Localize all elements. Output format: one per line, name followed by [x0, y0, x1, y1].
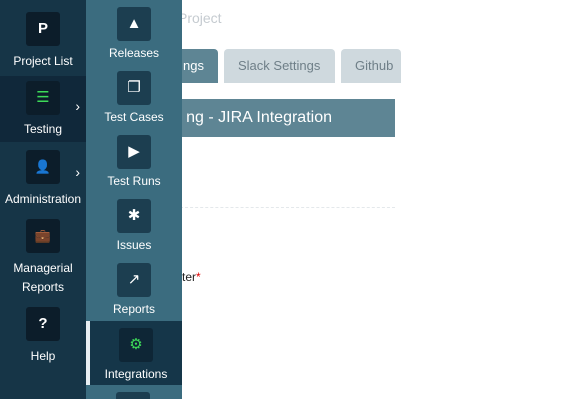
nav-item-label: Project List — [13, 54, 73, 68]
submenu-item-label: Integrations — [104, 367, 168, 381]
required-mark: * — [196, 270, 201, 284]
submenu-item-label: Releases — [108, 46, 160, 60]
nav-item-managerial-reports[interactable]: 💼 Managerial Reports — [0, 219, 86, 299]
copy-icon: ❐ — [117, 71, 151, 105]
testing-submenu: ▲ Releases ❐ Test Cases ▶ Test Runs ✱ Is… — [86, 0, 182, 399]
tab-slack-settings[interactable]: Slack Settings — [224, 49, 335, 83]
road-icon: ▲ — [117, 7, 151, 41]
briefcase-icon: 💼 — [26, 219, 60, 253]
submenu-item-test-cases[interactable]: ❐ Test Cases — [86, 64, 182, 128]
submenu-item-releases[interactable]: ▲ Releases — [86, 0, 182, 64]
chart-line-icon: ↗ — [117, 263, 151, 297]
nav-item-label: Testing — [23, 122, 63, 136]
nav-item-label: Administration — [4, 192, 82, 206]
submenu-item-integrations[interactable]: ⚙ Integrations — [86, 321, 182, 385]
divider — [180, 207, 395, 208]
chevron-right-icon: › — [75, 164, 80, 180]
nav-item-administration[interactable]: 👤 Administration › — [0, 150, 86, 210]
play-icon: ▶ — [117, 135, 151, 169]
main-sidebar: P Project List ☰ Testing › 👤 Administrat… — [0, 0, 86, 399]
project-list-icon: P — [26, 12, 60, 46]
page-title: Project — [178, 10, 222, 26]
submenu-item-partial[interactable] — [116, 392, 150, 399]
administration-icon: 👤 — [26, 150, 60, 184]
bug-icon: ✱ — [117, 199, 151, 233]
field-label: ter* — [182, 270, 201, 284]
testing-list-icon: ☰ — [26, 81, 60, 115]
nav-item-help[interactable]: ? Help — [0, 307, 86, 367]
submenu-item-label: Test Cases — [104, 110, 164, 124]
submenu-item-label: Issues — [116, 238, 152, 252]
nav-item-label: Help — [30, 349, 56, 363]
submenu-item-test-runs[interactable]: ▶ Test Runs — [86, 128, 182, 192]
submenu-item-label: Test Runs — [107, 174, 161, 188]
tab-github[interactable]: Github — [341, 49, 401, 83]
nav-item-testing[interactable]: ☰ Testing › — [0, 76, 86, 142]
field-label-text: ter — [182, 270, 197, 284]
section-header: ng - JIRA Integration — [150, 99, 395, 137]
chevron-right-icon: › — [75, 98, 80, 114]
submenu-item-reports[interactable]: ↗ Reports — [86, 256, 182, 320]
question-icon: ? — [26, 307, 60, 341]
submenu-item-issues[interactable]: ✱ Issues — [86, 192, 182, 256]
nav-item-label: Managerial Reports — [13, 261, 73, 294]
submenu-item-label: Reports — [112, 302, 156, 316]
cogs-icon: ⚙ — [119, 328, 153, 362]
nav-item-project-list[interactable]: P Project List — [0, 12, 86, 72]
